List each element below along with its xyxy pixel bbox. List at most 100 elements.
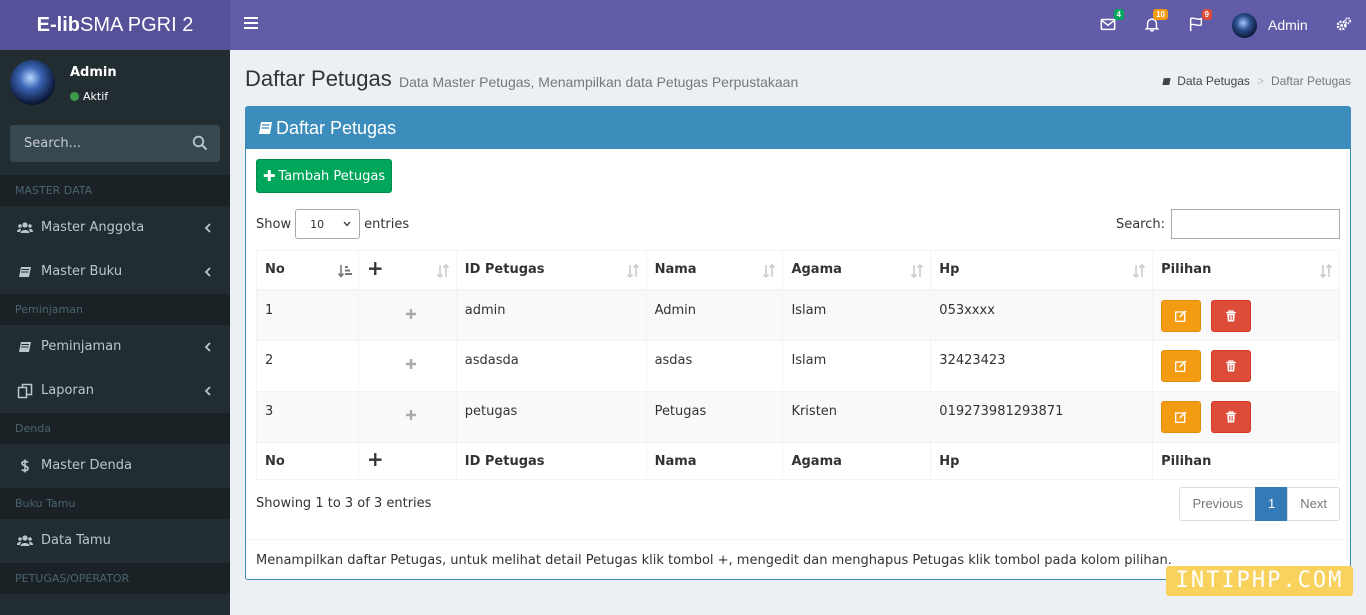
edit-icon bbox=[1175, 310, 1187, 322]
column-header-no[interactable]: No bbox=[256, 250, 359, 291]
sidebar-item-master-buku[interactable]: Master Buku bbox=[0, 250, 230, 294]
pagination: Previous 1 Next bbox=[1179, 487, 1340, 521]
footer-no: No bbox=[256, 442, 359, 480]
notifications-badge: 10 bbox=[1153, 9, 1168, 20]
brand-logo[interactable]: E-libSMA PGRI 2 bbox=[0, 0, 230, 50]
search-icon[interactable] bbox=[192, 135, 208, 151]
sidebar: Admin Aktif MASTER DATA Master Anggota M… bbox=[0, 50, 230, 615]
book-icon bbox=[259, 122, 272, 134]
edit-icon bbox=[1175, 360, 1187, 372]
sidebar-search bbox=[10, 125, 220, 162]
sidebar-search-input[interactable] bbox=[10, 125, 180, 162]
breadcrumb-parent[interactable]: Data Petugas bbox=[1177, 74, 1250, 88]
cell-expand bbox=[357, 289, 457, 341]
page-title: Daftar Petugas bbox=[245, 66, 392, 91]
column-header-id[interactable]: ID Petugas bbox=[455, 250, 647, 291]
sort-icon bbox=[436, 264, 449, 278]
cell-hp: 019273981293871 bbox=[930, 391, 1154, 443]
delete-button[interactable] bbox=[1211, 401, 1252, 433]
show-label: Show bbox=[256, 216, 292, 232]
breadcrumb: Data Petugas > Daftar Petugas bbox=[1161, 74, 1351, 88]
sidebar-item-laporan[interactable]: Laporan bbox=[0, 369, 230, 413]
sort-icon bbox=[763, 264, 776, 278]
table-row: 1 admin Admin Islam 053xxxx bbox=[256, 289, 1340, 341]
cell-actions bbox=[1152, 391, 1340, 443]
cell-nama: Petugas bbox=[645, 391, 784, 443]
table-search: Search: bbox=[1116, 209, 1340, 239]
column-header-agama[interactable]: Agama bbox=[782, 250, 932, 291]
chevron-left-icon bbox=[204, 267, 211, 277]
pagination-previous[interactable]: Previous bbox=[1179, 487, 1257, 521]
column-header-pilihan[interactable]: Pilihan bbox=[1152, 250, 1340, 291]
messages-badge: 4 bbox=[1113, 9, 1124, 20]
user-name: Admin bbox=[70, 65, 117, 80]
users-icon bbox=[17, 535, 33, 546]
cell-no: 1 bbox=[256, 289, 359, 341]
cell-id: asdasda bbox=[455, 340, 647, 392]
cell-expand bbox=[357, 391, 457, 443]
page-length-select[interactable]: 10 bbox=[295, 209, 361, 239]
sort-icon bbox=[1133, 264, 1146, 278]
edit-button[interactable] bbox=[1161, 299, 1202, 332]
page-length-control: Show 10 entries bbox=[256, 209, 409, 239]
entries-label: entries bbox=[364, 216, 410, 232]
user-status-label: Aktif bbox=[83, 90, 109, 103]
delete-button[interactable] bbox=[1211, 299, 1252, 332]
sidebar-item-label: Data Tamu bbox=[41, 533, 111, 548]
trash-icon bbox=[1226, 309, 1237, 321]
notifications-button[interactable]: 10 bbox=[1144, 9, 1168, 34]
page-length-value: 10 bbox=[310, 217, 325, 231]
pagination-page-1[interactable]: 1 bbox=[1255, 487, 1289, 521]
menu-header: Denda bbox=[0, 413, 230, 444]
footer-id: ID Petugas bbox=[455, 442, 647, 480]
expand-plus-icon[interactable] bbox=[406, 410, 417, 420]
chevron-left-icon bbox=[204, 386, 211, 396]
expand-plus-icon[interactable] bbox=[406, 359, 417, 369]
cell-agama: Kristen bbox=[782, 391, 932, 443]
breadcrumb-current: Daftar Petugas bbox=[1270, 74, 1351, 88]
messages-button[interactable]: 4 bbox=[1100, 9, 1124, 34]
edit-button[interactable] bbox=[1161, 401, 1202, 433]
tasks-button[interactable]: 9 bbox=[1188, 9, 1212, 34]
settings-button[interactable] bbox=[1335, 16, 1353, 34]
cell-id: petugas bbox=[455, 391, 647, 443]
table-row: 2 asdasda asdas Islam 32423423 bbox=[256, 340, 1340, 392]
brand-bold: E-lib bbox=[36, 14, 80, 36]
sidebar-item-master-anggota[interactable]: Master Anggota bbox=[0, 206, 230, 250]
box-title: Daftar Petugas bbox=[276, 118, 397, 138]
footer-pilihan: Pilihan bbox=[1152, 442, 1340, 480]
petugas-table: No + ID Petugas Nama Agama Hp Pilihan 1 bbox=[256, 250, 1340, 480]
table-footer-row: No + ID Petugas Nama Agama Hp Pilihan bbox=[256, 442, 1340, 480]
user-panel: Admin Aktif bbox=[0, 50, 230, 125]
sidebar-item-label: Laporan bbox=[41, 383, 94, 398]
menu-header: Buku Tamu bbox=[0, 488, 230, 519]
cell-no: 3 bbox=[256, 391, 359, 443]
delete-button[interactable] bbox=[1211, 350, 1252, 382]
sort-asc-icon bbox=[337, 265, 352, 278]
add-petugas-button[interactable]: ✚ Tambah Petugas bbox=[256, 159, 392, 193]
dollar-icon bbox=[21, 459, 29, 473]
plus-icon: + bbox=[366, 255, 384, 280]
footer-hp: Hp bbox=[930, 442, 1154, 480]
cell-hp: 32423423 bbox=[930, 340, 1154, 392]
cell-expand bbox=[357, 340, 457, 392]
sidebar-item-data-tamu[interactable]: Data Tamu bbox=[0, 519, 230, 563]
table-search-input[interactable] bbox=[1171, 209, 1340, 239]
user-menu[interactable]: Admin bbox=[1232, 12, 1308, 38]
edit-button[interactable] bbox=[1161, 350, 1202, 382]
sidebar-toggle-icon[interactable] bbox=[244, 17, 258, 31]
top-navbar: 4 10 9 Admin bbox=[230, 0, 1366, 50]
sidebar-item-master-denda[interactable]: Master Denda bbox=[0, 444, 230, 488]
expand-plus-icon[interactable] bbox=[406, 308, 417, 319]
sort-icon bbox=[626, 264, 639, 278]
plus-icon: + bbox=[366, 447, 384, 471]
column-header-expand[interactable]: + bbox=[357, 250, 457, 291]
sidebar-item-peminjaman[interactable]: Peminjaman bbox=[0, 325, 230, 369]
pagination-next[interactable]: Next bbox=[1287, 487, 1340, 521]
box-header: Daftar Petugas bbox=[246, 107, 1350, 149]
cell-no: 2 bbox=[256, 340, 359, 392]
column-header-hp[interactable]: Hp bbox=[930, 250, 1154, 291]
chevron-left-icon bbox=[204, 223, 211, 233]
cell-agama: Islam bbox=[782, 340, 932, 392]
column-header-nama[interactable]: Nama bbox=[645, 250, 784, 291]
